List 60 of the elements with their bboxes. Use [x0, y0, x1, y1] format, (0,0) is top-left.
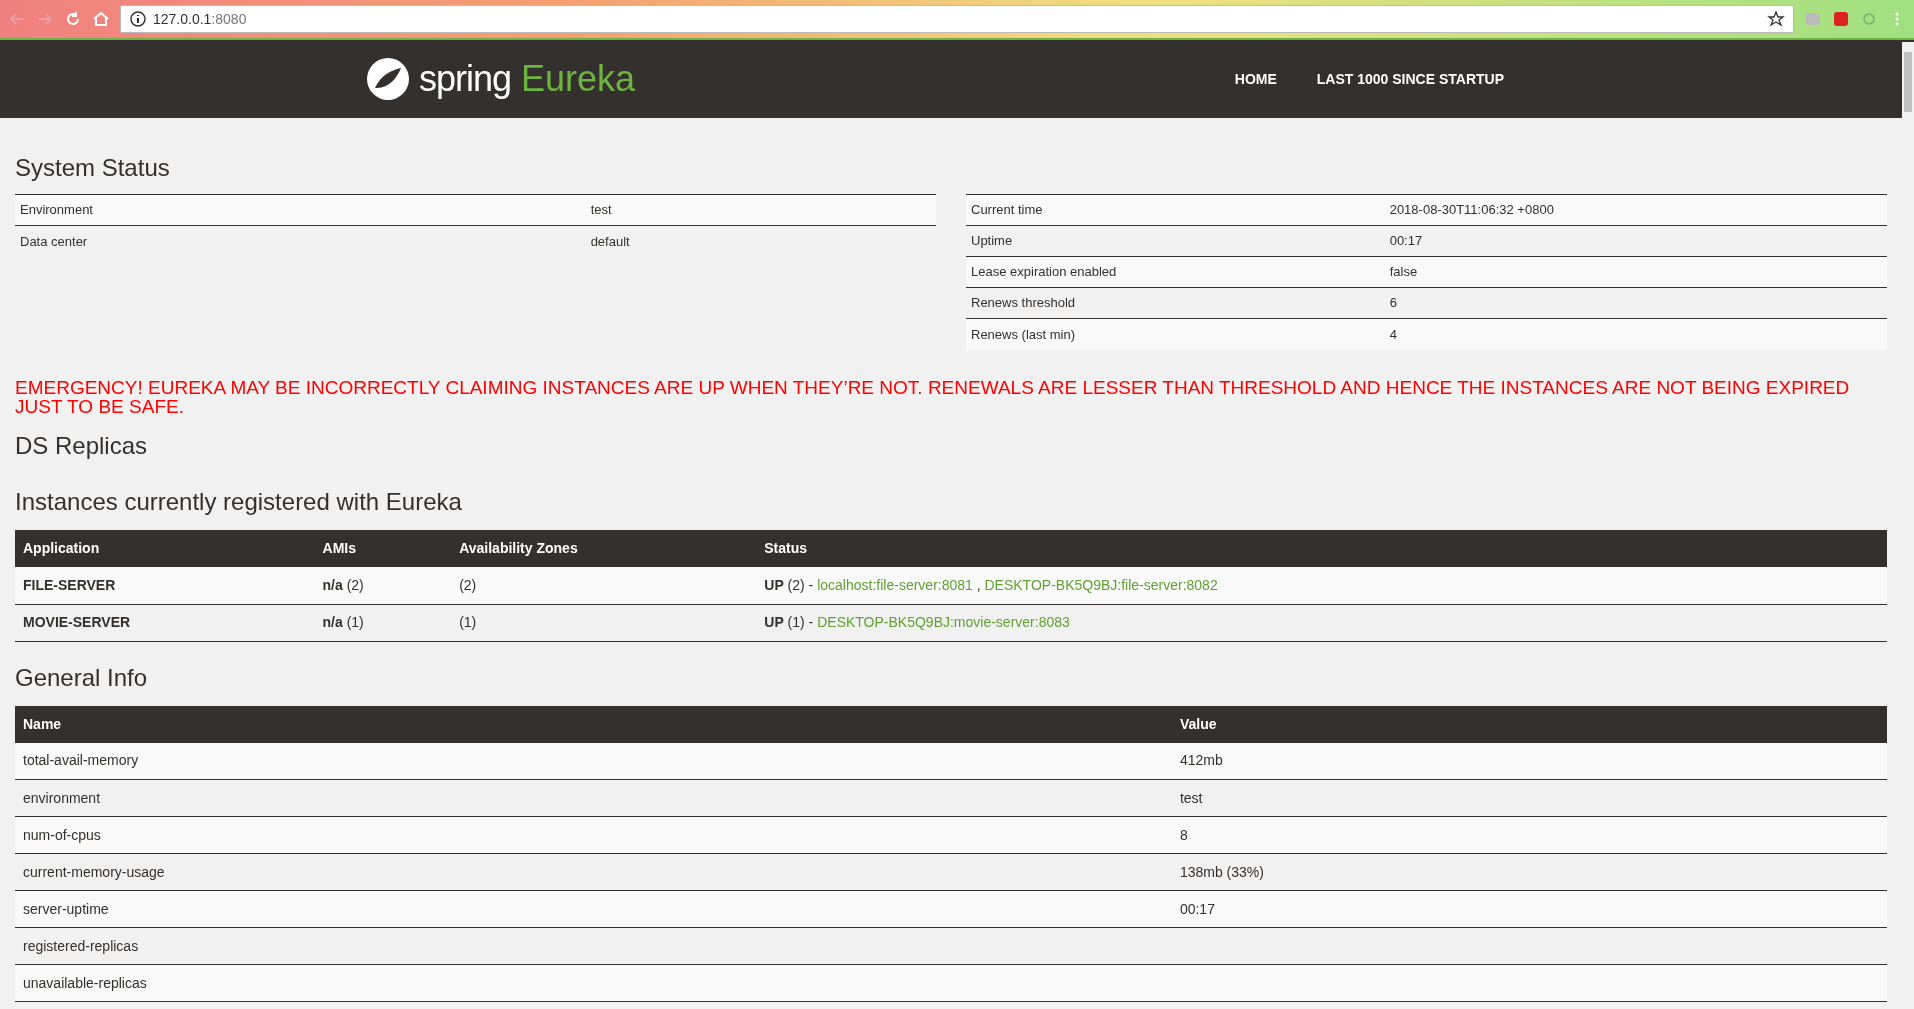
address-bar[interactable]: 127.0.0.1:8080	[120, 5, 1794, 33]
column-header: Application	[15, 530, 315, 567]
table-cell: (1)	[451, 604, 757, 641]
table-cell-text: Renews (last min)	[970, 325, 1077, 344]
column-header: AMIs	[314, 530, 452, 567]
table-cell: server-uptime	[15, 890, 1172, 928]
column-header: Value	[1171, 705, 1887, 743]
nav-link[interactable]: HOME	[1234, 68, 1277, 90]
emergency-warning: EMERGENCY! EUREKA MAY BE INCORRECTLY CLAIMING INSTANCES ARE UP WHEN THEY’RE NOT. RENEWALS ARE LESSER THAN THRESHOLD AND HENCE THE INSTANCES ARE NOT BEING EXPIRED JUST TO BE SAFE.	[15, 378, 1851, 416]
url-text: 127.0.0.1:8080	[153, 9, 247, 29]
table-cell-text: test	[590, 201, 612, 220]
section-heading: Instances currently registered with Eureka	[15, 487, 463, 517]
table-cell-text: 6	[1389, 294, 1397, 313]
table-cell: 00:17	[1171, 890, 1887, 928]
reload-icon[interactable]	[64, 10, 82, 28]
table-cell: environment	[15, 779, 1172, 817]
table-cell: unavailable-replicas	[15, 964, 1172, 1002]
table-cell-text: 2018-08-30T11:06:32 +0800	[1389, 201, 1554, 220]
home-icon[interactable]	[92, 10, 110, 28]
section-heading: DS Replicas	[15, 431, 149, 461]
info-icon	[129, 10, 147, 28]
table-cell: 8	[1171, 816, 1887, 854]
table-cell-text: Renews threshold	[970, 294, 1077, 313]
table-cell-text: Data center	[19, 232, 89, 251]
table-cell-text: false	[1389, 263, 1418, 282]
table-cell: MOVIE-SERVER	[15, 604, 315, 641]
table-cell: (2)	[451, 567, 757, 604]
table-cell-text: 00:17	[1389, 232, 1423, 251]
section-heading: General Info	[15, 662, 149, 693]
section-heading: System Status	[15, 153, 171, 183]
table-cell: num-of-cpus	[15, 816, 1172, 854]
nav-link[interactable]: LAST 1000 SINCE STARTUP	[1316, 68, 1504, 90]
status-text: UP (1) -	[764, 614, 814, 630]
product-name: Eureka	[521, 57, 636, 101]
table-cell: registered-replicas	[15, 927, 1172, 965]
table-cell: 138mb (33%)	[1171, 853, 1887, 891]
table-cell-text: Environment	[19, 201, 94, 220]
leaf-logo-icon	[365, 56, 411, 102]
table-cell-text: Uptime	[970, 232, 1014, 251]
extension-icon[interactable]	[1860, 10, 1878, 28]
table-cell: 412mb	[1171, 742, 1887, 780]
column-header: Name	[15, 705, 1172, 743]
scrollbar-thumb[interactable]	[1904, 52, 1912, 112]
table-cell-text: Current time	[970, 201, 1044, 220]
table-cell: FILE-SERVER	[15, 567, 315, 604]
table-cell: n/a (2)	[314, 567, 452, 604]
table-cell: test	[1171, 779, 1887, 817]
table-cell: n/a (1)	[314, 604, 452, 641]
table-cell-text: Lease expiration enabled	[970, 263, 1118, 282]
brand-name: spring	[419, 57, 512, 101]
column-header: Status	[756, 530, 1887, 567]
separator-text: ,	[976, 576, 981, 593]
table-cell-text: default	[590, 232, 630, 251]
star-icon[interactable]	[1767, 10, 1785, 28]
table-cell: current-memory-usage	[15, 853, 1172, 891]
status-text: UP (2) -	[764, 576, 814, 593]
table-cell: total-avail-memory	[15, 742, 1172, 780]
table-cell-text: 4	[1389, 325, 1397, 344]
extension-icon[interactable]	[1832, 10, 1850, 28]
column-header: Availability Zones	[451, 530, 757, 567]
